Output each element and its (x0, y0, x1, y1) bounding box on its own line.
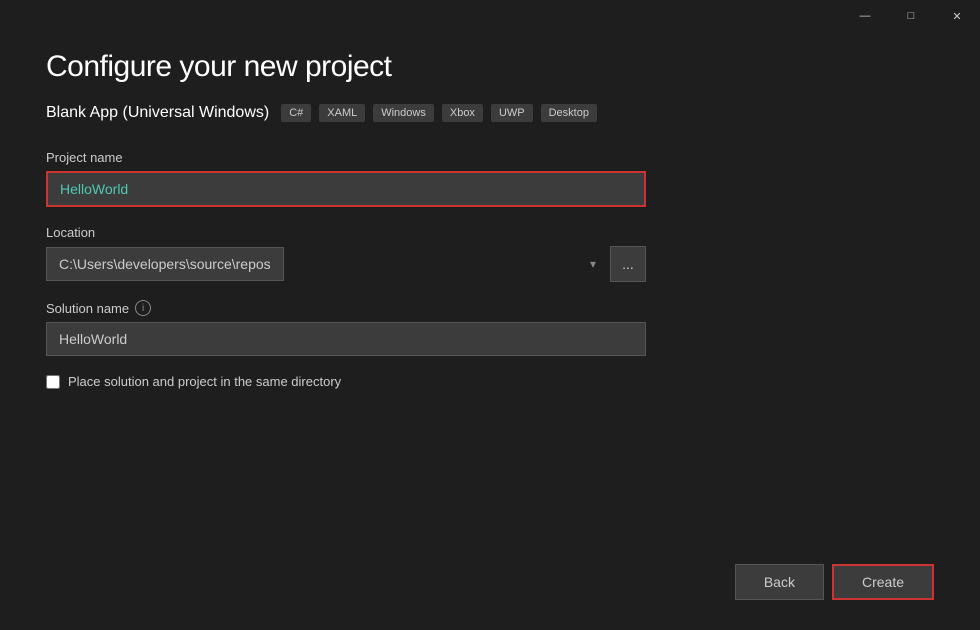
location-select[interactable]: C:\Users\developers\source\repos (46, 247, 284, 281)
bottom-bar: Back Create (735, 564, 934, 600)
solution-name-label: Solution name (46, 301, 129, 316)
form-section: Project name Location C:\Users\developer… (46, 150, 646, 389)
location-group: Location C:\Users\developers\source\repo… (46, 225, 646, 282)
browse-button[interactable]: ... (610, 246, 646, 282)
subtitle-text: Blank App (Universal Windows) (46, 104, 269, 122)
project-name-input[interactable] (46, 171, 646, 207)
same-directory-label[interactable]: Place solution and project in the same d… (68, 374, 341, 389)
tag-desktop: Desktop (541, 104, 597, 122)
page-title: Configure your new project (46, 50, 934, 84)
solution-name-input[interactable] (46, 322, 646, 356)
checkbox-row: Place solution and project in the same d… (46, 374, 646, 389)
tag-uwp: UWP (491, 104, 533, 122)
same-directory-checkbox[interactable] (46, 375, 60, 389)
subtitle-row: Blank App (Universal Windows) C# XAML Wi… (46, 104, 934, 122)
solution-name-label-row: Solution name i (46, 300, 646, 316)
tag-xaml: XAML (319, 104, 365, 122)
project-name-group: Project name (46, 150, 646, 207)
tag-csharp: C# (281, 104, 311, 122)
location-label: Location (46, 225, 646, 240)
tag-xbox: Xbox (442, 104, 483, 122)
solution-name-group: Solution name i (46, 300, 646, 356)
tag-windows: Windows (373, 104, 434, 122)
solution-name-info-icon[interactable]: i (135, 300, 151, 316)
create-button[interactable]: Create (832, 564, 934, 600)
main-content: Configure your new project Blank App (Un… (0, 0, 980, 630)
project-name-label: Project name (46, 150, 646, 165)
back-button[interactable]: Back (735, 564, 824, 600)
location-row: C:\Users\developers\source\repos ... (46, 246, 646, 282)
location-select-wrapper: C:\Users\developers\source\repos (46, 247, 606, 281)
